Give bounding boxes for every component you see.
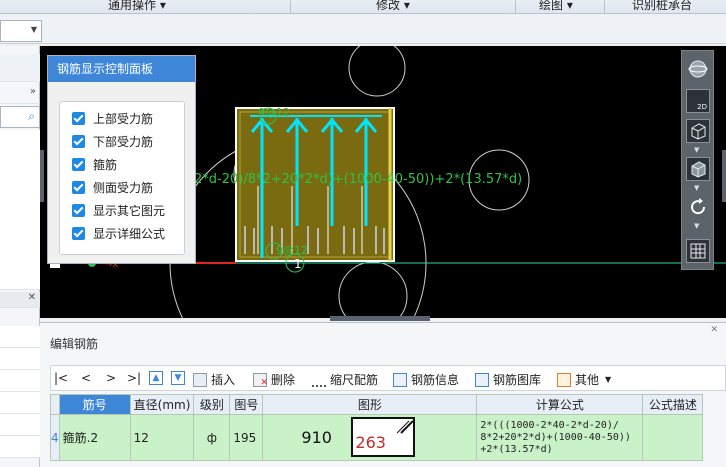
table-row[interactable]: 4 箍筋.2 12 ф 195 910 263 2*(((1000-2*40-2… [50,414,704,461]
2d-view-icon[interactable]: 2D [686,89,710,113]
origin-label: 1 [294,257,302,271]
edit-toolbar: |< < > >| ▲ ▼ 插入 ✕ 删除 缩尺配筋 钢筋信息 钢筋图库 其他 … [50,365,726,391]
close-icon[interactable]: ✕ [28,292,36,303]
option-detailed-formula[interactable]: 显示详细公式 [72,224,165,242]
close-icon[interactable]: ✕ [710,325,718,335]
checkbox-checked-icon[interactable] [72,203,85,217]
search-icon[interactable]: ⌕ [28,109,35,124]
shape-length: 910 [301,428,332,447]
info-icon [393,372,407,387]
table-header: 筋号 直径(mm) 级别 图号 图形 计算公式 公式描述 [50,394,704,415]
rebar-info-button[interactable]: 钢筋信息 [393,371,459,388]
view-toolbar: 2D ▼ ▼ ▼ [681,50,714,270]
rebar-table: 筋号 直径(mm) 级别 图号 图形 计算公式 公式描述 4 箍筋.2 12 ф… [50,394,704,461]
chevron-down-icon[interactable]: ▼ [694,147,699,154]
checkbox-checked-icon[interactable] [72,157,85,171]
chevron-down-icon[interactable]: ▼ [694,223,699,230]
rotate-icon[interactable] [686,195,710,219]
checkbox-checked-icon[interactable] [72,134,85,148]
cell-bar-name[interactable]: 箍筋.2 [58,414,131,461]
col-header-figure-no[interactable]: 图号 [229,394,264,415]
col-header-formula[interactable]: 计算公式 [476,394,644,415]
globe-icon[interactable] [686,57,710,81]
rebar-library-button[interactable]: 钢筋图库 [475,371,541,388]
options-box: 上部受力筋 下部受力筋 箍筋 侧面受力筋 显示其它图元 显示详细公式 [59,101,185,255]
cell-formula[interactable]: 2*(((1000-2*40-2*d-20)/ 8*2+20*2*d)+(100… [476,414,644,461]
option-bottom-rebar[interactable]: 下部受力筋 [72,132,153,150]
scale-rebar-button[interactable]: 缩尺配筋 [312,371,378,388]
move-up-button[interactable]: ▲ [149,371,167,385]
edit-panel-title: 编辑钢筋 [50,337,99,351]
main-toolbar: 通用操作 ▾ 修改 ▾ 绘图 ▾ 识别桩承台 [0,0,726,14]
menu-identify-pile-cap[interactable]: 识别桩承台 [632,0,692,13]
panel-splitter[interactable] [330,316,430,321]
checkbox-checked-icon[interactable] [72,226,85,240]
delete-icon: ✕ [253,372,268,387]
cell-grade[interactable]: ф [193,414,231,461]
option-other-elements[interactable]: 显示其它图元 [72,201,165,219]
canvas-formula-text: 2*d-20)/8*2+20*2*d)+(1000-40-50))+2*(13.… [194,172,522,187]
insert-icon [193,372,207,387]
nav-next-button[interactable]: > [106,371,116,385]
library-icon [475,372,489,387]
option-top-rebar[interactable]: 上部受力筋 [72,109,153,127]
stirrup-shape-diagram: 263 [351,417,416,457]
option-side-rebar[interactable]: 侧面受力筋 [72,178,153,196]
layer-combo[interactable]: ▼ [0,20,42,42]
dimension-bottom: 9@12 [276,244,308,257]
panel-title: 钢筋显示控制面板 [48,56,195,82]
chevron-down-icon[interactable]: ▼ [694,185,699,192]
cell-diameter[interactable]: 12 [129,414,195,461]
checkbox-checked-icon[interactable] [72,180,85,194]
menu-draw[interactable]: 绘图 ▾ [539,0,573,13]
arrow-up-icon: ▲ [149,371,163,385]
menu-modify[interactable]: 修改 ▾ [376,0,410,13]
row-index: 4 [50,414,60,461]
shape-width: 263 [355,433,386,452]
dimension-top: 9@12 [258,106,290,119]
scale-icon [312,373,326,387]
double-chevron-icon[interactable]: » [30,86,36,97]
arrow-down-icon: ▼ [171,371,185,385]
nav-first-button[interactable]: |< [54,371,68,385]
col-header-formula-desc[interactable]: 公式描述 [642,394,704,415]
other-button[interactable]: 其他 ▼ [557,371,611,388]
col-header-shape[interactable]: 图形 [262,394,478,415]
edit-rebar-panel: 编辑钢筋 ✕ |< < > >| ▲ ▼ 插入 ✕ 删除 缩尺配筋 钢筋信息 钢… [40,322,726,467]
nav-prev-button[interactable]: < [81,371,91,385]
cube-wireframe-icon[interactable] [686,119,710,143]
delete-button[interactable]: ✕ 删除 [253,371,295,388]
cell-formula-desc[interactable] [642,414,704,461]
col-header-diameter[interactable]: 直径(mm) [129,394,195,415]
left-panel: » ⌕ ✕ [0,46,40,467]
chevron-down-icon: ▼ [605,375,612,384]
grid-settings-icon[interactable] [686,239,710,263]
other-icon [557,372,571,387]
option-stirrup[interactable]: 箍筋 [72,155,117,173]
rebar-display-control-panel: 钢筋显示控制面板 上部受力筋 下部受力筋 箍筋 侧面受力筋 显示其它图元 显示详… [47,55,196,264]
insert-button[interactable]: 插入 [193,371,235,388]
chevron-down-icon: ▼ [30,25,37,34]
cell-shape[interactable]: 910 263 [262,414,478,461]
sub-toolbar [0,14,726,44]
col-header-grade[interactable]: 级别 [193,394,231,415]
cell-figure-no[interactable]: 195 [229,414,264,461]
nav-last-button[interactable]: >| [127,371,141,385]
move-down-button[interactable]: ▼ [171,371,189,385]
checkbox-checked-icon[interactable] [72,111,85,125]
col-header-bar-no[interactable]: 筋号 [58,394,131,415]
menu-general-ops[interactable]: 通用操作 ▾ [108,0,166,13]
cube-solid-icon[interactable] [686,157,710,181]
